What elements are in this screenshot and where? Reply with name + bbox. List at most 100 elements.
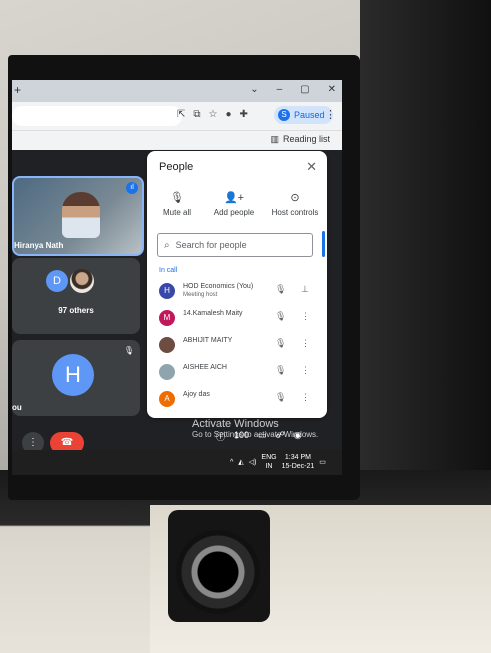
- more-vert-icon[interactable]: ⋮: [301, 392, 310, 403]
- avatar: H: [52, 354, 94, 396]
- avatar: [159, 364, 175, 380]
- avatar: M: [159, 310, 175, 326]
- tile-name: Hiranya Nath: [14, 241, 64, 250]
- participant-row[interactable]: AISHEE AICH 🎙 ⋮: [155, 360, 321, 386]
- add-people-label: Add people: [213, 208, 255, 217]
- tab-search-icon[interactable]: ⌄: [250, 84, 258, 95]
- mute-participant-icon[interactable]: 🎙: [275, 338, 286, 349]
- participant-role: Meeting host: [183, 292, 218, 298]
- avatar: A: [159, 391, 175, 407]
- participant-row[interactable]: ABHIJIT MAITY 🎙 ⋮: [155, 333, 321, 359]
- section-label: In call: [159, 267, 178, 274]
- new-tab-button[interactable]: +: [14, 83, 21, 97]
- address-bar[interactable]: [12, 106, 182, 126]
- profile-paused-button[interactable]: S Paused: [274, 106, 333, 124]
- avatar-photo: [70, 269, 94, 293]
- system-tray: ^ ◭ ◁) ENG IN 1:34 PM 15-Dec-21 ▭: [230, 453, 326, 471]
- add-people-button[interactable]: 👤+ Add people: [209, 191, 259, 217]
- close-icon[interactable]: ✕: [306, 159, 317, 175]
- mute-participant-icon[interactable]: 🎙: [275, 284, 286, 295]
- puzzle-icon[interactable]: ✚: [240, 109, 248, 120]
- toggle-icon: ⊙: [290, 192, 300, 204]
- panel-title: People: [159, 161, 194, 173]
- network-icon[interactable]: ◭: [238, 458, 243, 466]
- participant-name: HOD Economics (You): [183, 283, 254, 290]
- avatar: D: [46, 270, 68, 292]
- language-bottom: IN: [265, 463, 273, 470]
- mic-off-icon: 🎙: [170, 192, 184, 204]
- bookmarks-bar: ▥ Reading list: [12, 130, 342, 151]
- windows-taskbar: ^ ◭ ◁) ENG IN 1:34 PM 15-Dec-21 ▭: [12, 450, 342, 475]
- others-count: 97 others: [58, 306, 94, 315]
- notifications-icon[interactable]: ▭: [319, 458, 326, 466]
- chevron-up-icon[interactable]: ^: [230, 459, 233, 466]
- participant-name: AISHEE AICH: [183, 364, 227, 371]
- people-icon[interactable]: 100: [234, 430, 249, 443]
- background-dark-area: [360, 0, 491, 470]
- volume-icon[interactable]: ◁): [249, 458, 257, 466]
- avatar: H: [159, 283, 175, 299]
- more-vert-icon[interactable]: ⋮: [301, 365, 310, 376]
- star-icon[interactable]: ☆: [209, 109, 218, 120]
- people-panel: People ✕ 🎙 Mute all 👤+ Add people ⊙ Host…: [147, 151, 327, 418]
- clock-date: 15-Dec-21: [281, 463, 315, 470]
- search-placeholder: Search for people: [175, 240, 247, 250]
- minimize-button[interactable]: –: [277, 84, 283, 95]
- meet-side-controls: ⓘ 100 ▭ ☍ ◉: [216, 430, 302, 443]
- participant-row[interactable]: A Ajoy das 🎙 ⋮: [155, 387, 321, 413]
- participant-row[interactable]: M 14.Kamalesh Maity 🎙 ⋮: [155, 306, 321, 332]
- pin-icon[interactable]: ⊥: [301, 284, 309, 295]
- reading-list-icon: ▥: [270, 134, 279, 144]
- window-controls: ⌄ – ▢ ✕: [250, 84, 336, 95]
- reading-list-label: Reading list: [282, 134, 330, 144]
- lock-icon[interactable]: ◉: [294, 430, 302, 443]
- info-icon[interactable]: ⓘ: [216, 430, 225, 443]
- extension-icon[interactable]: ●: [226, 109, 232, 120]
- clock[interactable]: 1:34 PM 15-Dec-21: [282, 453, 315, 471]
- maximize-button[interactable]: ▢: [300, 84, 309, 95]
- mute-participant-icon[interactable]: 🎙: [275, 392, 286, 403]
- more-vert-icon[interactable]: ⋮: [301, 311, 310, 322]
- chat-icon[interactable]: ▭: [258, 430, 267, 443]
- profile-avatar: S: [278, 109, 290, 121]
- mute-participant-icon[interactable]: 🎙: [275, 311, 286, 322]
- host-controls-button[interactable]: ⊙ Host controls: [267, 191, 323, 217]
- mute-all-label: Mute all: [162, 208, 191, 217]
- activate-title: Activate Windows: [192, 418, 279, 430]
- tab-strip: + ⌄ – ▢ ✕: [12, 80, 342, 102]
- video-tile-others[interactable]: D 97 others: [12, 258, 140, 334]
- participant-video: [62, 192, 100, 238]
- language-top: ENG: [261, 454, 277, 461]
- video-tile-self[interactable]: 🎙 H ou: [12, 340, 140, 416]
- participant-name: ABHIJIT MAITY: [183, 337, 233, 344]
- clock-time: 1:34 PM: [284, 454, 311, 461]
- open-external-icon[interactable]: ⇱: [177, 109, 185, 120]
- speaking-indicator-icon: ıl: [126, 182, 138, 194]
- host-controls-label: Host controls: [271, 208, 319, 217]
- participant-name: 14.Kamalesh Maity: [183, 310, 243, 317]
- speaker-cone: [176, 530, 260, 614]
- scrollbar[interactable]: [322, 231, 325, 257]
- profile-status-label: Paused: [294, 110, 325, 120]
- mic-off-icon: 🎙: [123, 346, 134, 355]
- activities-icon[interactable]: ☍: [276, 430, 285, 443]
- mute-participant-icon[interactable]: 🎙: [275, 365, 286, 376]
- monitor-screen: + ⌄ – ▢ ✕ ⇱ ⧉ ☆ ● ✚ S Paused ⋮ ▥ Reading…: [12, 80, 342, 475]
- toolbar-icons: ⇱ ⧉ ☆ ● ✚: [177, 109, 248, 120]
- avatar: [159, 337, 175, 353]
- tile-name: ou: [12, 403, 22, 412]
- search-input[interactable]: ⌕ Search for people: [157, 233, 313, 257]
- participant-name: Ajoy das: [183, 391, 210, 398]
- language-indicator[interactable]: ENG IN: [261, 453, 276, 471]
- browser-chrome: + ⌄ – ▢ ✕ ⇱ ⧉ ☆ ● ✚ S Paused ⋮ ▥ Reading…: [12, 80, 342, 151]
- search-icon: ⌕: [164, 239, 170, 251]
- video-tile-speaker[interactable]: ıl Hiranya Nath: [12, 176, 144, 256]
- cast-icon[interactable]: ⧉: [193, 109, 200, 120]
- mute-all-button[interactable]: 🎙 Mute all: [157, 191, 197, 217]
- browser-menu-icon[interactable]: ⋮: [325, 108, 336, 121]
- add-person-icon: 👤+: [223, 192, 245, 204]
- more-vert-icon[interactable]: ⋮: [301, 338, 310, 349]
- reading-list-button[interactable]: ▥ Reading list: [270, 134, 330, 145]
- close-window-button[interactable]: ✕: [328, 84, 336, 95]
- participant-row[interactable]: H HOD Economics (You) Meeting host 🎙 ⊥: [155, 279, 321, 305]
